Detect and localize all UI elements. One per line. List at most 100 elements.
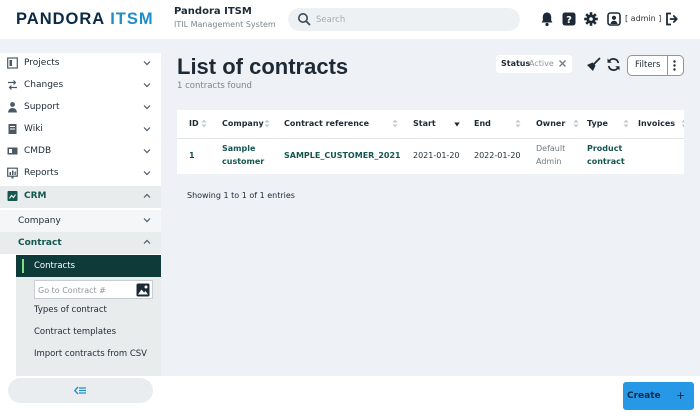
logo-main: PANDORA bbox=[16, 10, 105, 28]
column-header-start[interactable]: Start bbox=[413, 119, 436, 128]
chevron-down-icon bbox=[143, 149, 151, 154]
create-label: Create bbox=[627, 391, 661, 401]
gear-icon[interactable] bbox=[584, 11, 598, 27]
cell-owner-line2: Admin bbox=[536, 157, 562, 166]
search-input[interactable] bbox=[316, 11, 506, 28]
app-subtitle: ITIL Management System bbox=[174, 20, 276, 29]
sidebar-item-types-of-contract[interactable]: Types of contract bbox=[16, 299, 161, 321]
pagination-info: Showing 1 to 1 of 1 entries bbox=[187, 191, 295, 200]
create-button[interactable]: Create + bbox=[623, 382, 694, 410]
sidebar-item-changes[interactable]: Changes bbox=[0, 75, 161, 97]
sort-icon[interactable] bbox=[264, 119, 270, 128]
sidebar-label-contract: Contract bbox=[18, 238, 62, 248]
cell-owner-line1: Default bbox=[536, 144, 566, 153]
sidebar-label-wiki: Wiki bbox=[24, 124, 43, 134]
sidebar-item-contracts[interactable]: Contracts bbox=[16, 255, 161, 277]
sidebar-item-support[interactable]: Support bbox=[0, 97, 161, 119]
chevron-down-icon bbox=[143, 83, 151, 88]
sidebar-item-contract[interactable]: Contract bbox=[0, 232, 161, 254]
column-header-reference[interactable]: Contract reference bbox=[284, 119, 369, 128]
cell-end: 2022-01-20 bbox=[474, 151, 521, 160]
global-search[interactable] bbox=[288, 8, 520, 31]
cmdb-icon bbox=[7, 147, 18, 155]
status-filter-value: Active bbox=[529, 59, 554, 68]
sort-icon[interactable] bbox=[573, 119, 579, 128]
logo[interactable]: PANDORA ITSM bbox=[16, 10, 154, 29]
sidebar-item-wiki[interactable]: Wiki bbox=[0, 119, 161, 141]
column-header-company[interactable]: Company bbox=[222, 119, 264, 128]
column-header-id[interactable]: ID bbox=[189, 119, 199, 128]
sidebar-item-contract-templates[interactable]: Contract templates bbox=[16, 321, 161, 343]
app-name: Pandora ITSM bbox=[174, 6, 252, 17]
chevron-down-icon bbox=[143, 171, 151, 176]
reports-icon bbox=[7, 167, 18, 179]
image-icon[interactable] bbox=[136, 283, 150, 297]
sidebar-item-projects[interactable]: Projects bbox=[0, 53, 161, 75]
sidebar-label-crm: CRM bbox=[24, 191, 47, 201]
cell-company-line2[interactable]: customer bbox=[222, 157, 264, 166]
sidebar: Projects Changes Support Wiki CMDB Repor… bbox=[0, 53, 161, 376]
plus-icon: + bbox=[676, 389, 686, 402]
sidebar-label-support: Support bbox=[24, 102, 60, 112]
filters-label: Filters bbox=[635, 60, 661, 70]
cell-type-line1[interactable]: Product bbox=[587, 144, 622, 153]
sidebar-item-import-contracts[interactable]: Import contracts from CSV bbox=[16, 343, 161, 376]
sidebar-label-reports: Reports bbox=[24, 168, 59, 178]
column-header-invoices[interactable]: Invoices bbox=[638, 119, 675, 128]
status-filter-key: Status bbox=[501, 59, 531, 68]
status-filter-chip[interactable]: Status Active bbox=[496, 55, 572, 73]
chevron-down-icon bbox=[143, 218, 151, 223]
user-name[interactable]: [ admin ] bbox=[625, 14, 661, 23]
cell-type-line2[interactable]: contract bbox=[587, 157, 625, 166]
filters-button[interactable]: Filters bbox=[627, 55, 684, 76]
sort-icon[interactable] bbox=[681, 119, 684, 128]
sort-icon[interactable] bbox=[392, 119, 398, 128]
sidebar-item-reports[interactable]: Reports bbox=[0, 163, 161, 185]
support-icon bbox=[8, 102, 17, 113]
sort-icon[interactable] bbox=[515, 119, 521, 128]
collapse-sidebar-button[interactable] bbox=[8, 378, 153, 403]
user-icon[interactable] bbox=[607, 11, 621, 27]
chevron-down-icon bbox=[143, 105, 151, 110]
help-icon[interactable]: ? bbox=[562, 11, 576, 27]
wiki-icon bbox=[8, 124, 17, 134]
sidebar-label-cmdb: CMDB bbox=[24, 146, 52, 156]
results-count: 1 contracts found bbox=[177, 81, 252, 91]
cell-company-line1[interactable]: Sample bbox=[222, 144, 255, 153]
column-header-type[interactable]: Type bbox=[587, 119, 608, 128]
sort-icon[interactable] bbox=[201, 119, 207, 128]
chevron-down-icon bbox=[143, 127, 151, 132]
sidebar-label-types-of-contract: Types of contract bbox=[34, 305, 107, 315]
bell-icon[interactable] bbox=[540, 11, 554, 27]
column-header-owner[interactable]: Owner bbox=[536, 119, 565, 128]
sidebar-label-import-contracts: Import contracts from CSV bbox=[34, 349, 147, 359]
goto-contract-input[interactable] bbox=[38, 283, 128, 297]
sort-icon[interactable] bbox=[623, 119, 629, 128]
contracts-table: ID Company Contract reference Start End … bbox=[177, 110, 684, 174]
sidebar-label-projects: Projects bbox=[24, 58, 60, 68]
column-header-end[interactable]: End bbox=[474, 119, 491, 128]
logout-icon[interactable] bbox=[665, 11, 679, 27]
search-icon bbox=[298, 13, 311, 26]
active-marker bbox=[22, 259, 24, 273]
sort-desc-icon[interactable] bbox=[454, 119, 460, 128]
projects-icon bbox=[7, 57, 18, 69]
sidebar-item-crm[interactable]: CRM bbox=[0, 186, 161, 208]
cell-id[interactable]: 1 bbox=[189, 151, 195, 160]
sidebar-footer bbox=[0, 376, 161, 416]
vertical-dots-icon[interactable] bbox=[673, 60, 676, 71]
cell-reference[interactable]: SAMPLE_CUSTOMER_2021 bbox=[284, 151, 401, 160]
top-bar: PANDORA ITSM Pandora ITSM ITIL Managemen… bbox=[0, 0, 700, 39]
page-title: List of contracts bbox=[177, 54, 349, 79]
broom-icon[interactable] bbox=[586, 57, 601, 72]
chevron-down-icon bbox=[143, 61, 151, 66]
page-footer bbox=[161, 376, 700, 416]
sidebar-label-contracts: Contracts bbox=[34, 261, 75, 271]
refresh-icon[interactable] bbox=[606, 57, 621, 72]
sidebar-item-company[interactable]: Company bbox=[0, 210, 161, 232]
sidebar-label-changes: Changes bbox=[24, 80, 64, 90]
logo-accent: ITSM bbox=[110, 10, 154, 28]
cell-start: 2021-01-20 bbox=[413, 151, 460, 160]
sidebar-item-cmdb[interactable]: CMDB bbox=[0, 141, 161, 163]
close-icon[interactable] bbox=[558, 59, 567, 68]
